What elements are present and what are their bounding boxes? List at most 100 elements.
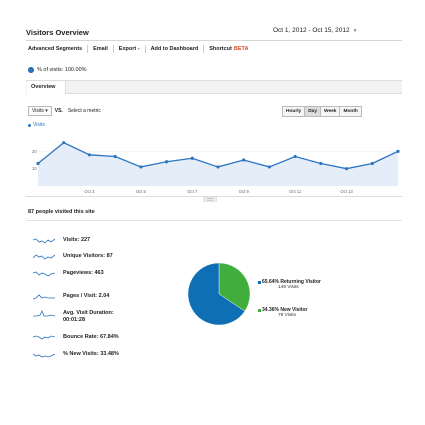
metric-label: Bounce Rate: — [63, 334, 99, 340]
metric-picker: Visits ▾ VS. Select a metric — [28, 106, 101, 116]
segment-indicator: % of visits: 100.00% — [28, 67, 87, 73]
sparkline-icon — [33, 294, 55, 300]
data-point[interactable] — [139, 165, 143, 169]
advanced-segments-button[interactable]: Advanced Segments — [26, 45, 89, 53]
metric-pages-per-visit[interactable]: Pages / Visit: 2.04 — [33, 293, 109, 303]
select-metric-link[interactable]: Select a metric — [68, 108, 101, 114]
shortcut-label: Shortcut — [209, 46, 232, 52]
metric-value: 67.84% — [99, 334, 119, 340]
metric-value: 2.04 — [98, 293, 110, 299]
metric-value: 87 — [106, 253, 113, 259]
metric-value: 00:01:28 — [63, 317, 86, 323]
data-point[interactable] — [267, 165, 272, 169]
returning-visitor-visits: 149 Visits — [278, 285, 299, 290]
resize-handle-icon[interactable] — [203, 197, 217, 202]
metric-text: Unique Visitors: 87 — [63, 253, 113, 260]
visits-line-chart: 20 10 Oct 3 Oct 5 Oct 7 Oct 9 Oct 11 Oct 13 — [32, 141, 400, 194]
y-tick-label: 20 — [32, 149, 37, 154]
chevron-down-icon: ▾ — [45, 108, 48, 114]
segment-label: % of visits: 100.00% — [37, 67, 87, 73]
metric-label: Visits: — [63, 237, 80, 243]
data-point[interactable] — [190, 156, 194, 160]
summary-divider — [26, 220, 402, 221]
metric-avg-visit-duration[interactable]: Avg. Visit Duration: 00:01:28 — [33, 310, 114, 323]
data-point[interactable] — [36, 161, 40, 166]
new-visitor-visits: 78 Visits — [278, 313, 297, 318]
metric-label: Pageviews: — [63, 270, 93, 276]
metric-text: % New Visits: 33.48% — [63, 351, 119, 358]
metric-label: Unique Visitors: — [63, 253, 106, 259]
header-divider — [26, 40, 402, 41]
data-point[interactable] — [87, 153, 92, 157]
sparkline-icon — [33, 353, 55, 358]
day-button[interactable]: Day — [305, 107, 322, 116]
metric-label: Avg. Visit Duration: — [63, 310, 114, 316]
tab-bar — [26, 80, 402, 94]
legend-swatch-icon — [258, 308, 261, 312]
legend-dot-icon — [28, 123, 31, 127]
metric-text: Pages / Visit: 2.04 — [63, 293, 109, 300]
date-range-picker[interactable]: Oct 1, 2012 - Oct 15, 2012 ▼ — [273, 27, 358, 34]
x-tick-label: Oct 3 — [84, 189, 95, 194]
data-point[interactable] — [396, 149, 400, 153]
data-point[interactable] — [319, 161, 323, 166]
beta-badge: BETA — [233, 46, 249, 52]
visits-area — [38, 142, 398, 186]
report-toolbar: Advanced Segments Email Export - Add to … — [26, 44, 250, 54]
metric-value: 463 — [94, 270, 104, 276]
sparkline-icon — [33, 254, 55, 260]
metric-dropdown[interactable]: Visits ▾ — [28, 106, 52, 116]
metric-unique-visitors[interactable]: Unique Visitors: 87 — [33, 253, 113, 263]
x-tick-label: Oct 11 — [289, 189, 302, 194]
metric-text: Pageviews: 463 — [63, 270, 104, 277]
visitor-type-pie-chart — [187, 262, 251, 326]
metric-text: Visits: 227 — [63, 237, 90, 244]
vs-label: VS. — [54, 108, 63, 114]
data-point[interactable] — [164, 160, 169, 164]
data-point[interactable] — [344, 167, 349, 171]
data-point[interactable] — [242, 158, 246, 162]
metric-label: Pages / Visit: — [63, 293, 98, 299]
metric-new-visits[interactable]: % New Visits: 33.48% — [33, 351, 119, 361]
data-point[interactable] — [62, 141, 66, 145]
metric-text: Avg. Visit Duration: 00:01:28 — [63, 310, 114, 324]
data-point[interactable] — [113, 154, 117, 159]
chart-legend: Visits — [28, 122, 45, 128]
hourly-button[interactable]: Hourly — [283, 107, 306, 116]
export-button[interactable]: Export - — [114, 45, 146, 53]
data-point[interactable] — [370, 161, 374, 166]
metric-bounce-rate[interactable]: Bounce Rate: 67.84% — [33, 334, 119, 344]
data-point[interactable] — [216, 165, 220, 169]
email-button[interactable]: Email — [88, 45, 114, 53]
x-tick-label: Oct 9 — [239, 189, 250, 194]
week-button[interactable]: Week — [321, 107, 341, 116]
metric-value: 33.48% — [100, 351, 119, 357]
page-title: Visitors Overview — [26, 28, 89, 37]
sparkline-icon — [33, 310, 55, 317]
sparkline-icon — [33, 238, 55, 244]
x-tick-label: Oct 7 — [187, 189, 198, 194]
add-to-dashboard-button[interactable]: Add to Dashboard — [146, 45, 205, 53]
date-range-label: Oct 1, 2012 - Oct 15, 2012 — [273, 27, 350, 34]
granularity-buttons: Hourly Day Week Month — [282, 106, 362, 117]
month-button[interactable]: Month — [340, 107, 360, 116]
legend-new-visitor: 34.36% New Visitor 78 Visits — [258, 307, 308, 319]
legend-returning-visitor: 65.64% Returning Visitor 149 Visits — [258, 279, 321, 291]
metric-dropdown-value: Visits — [32, 108, 44, 114]
shortcut-button[interactable]: Shortcut BETA — [204, 45, 250, 53]
y-tick-label: 10 — [32, 166, 37, 171]
sparkline-icon — [33, 335, 55, 340]
metric-pageviews[interactable]: Pageviews: 463 — [33, 270, 104, 280]
metric-text: Bounce Rate: 67.84% — [63, 334, 119, 341]
visitors-heading: 87 people visited this site — [28, 209, 95, 215]
metric-visits[interactable]: Visits: 227 — [33, 237, 90, 247]
tab-overview[interactable]: Overview — [27, 81, 66, 94]
sparkline-icon — [33, 271, 55, 277]
chevron-down-icon: ▼ — [352, 28, 358, 34]
metric-value: 227 — [80, 237, 91, 243]
metric-label: % New Visits: — [63, 351, 99, 357]
data-point[interactable] — [293, 154, 297, 159]
x-tick-label: Oct 13 — [340, 189, 353, 194]
segment-dot-icon — [28, 67, 34, 73]
legend-label: Visits — [33, 122, 45, 128]
